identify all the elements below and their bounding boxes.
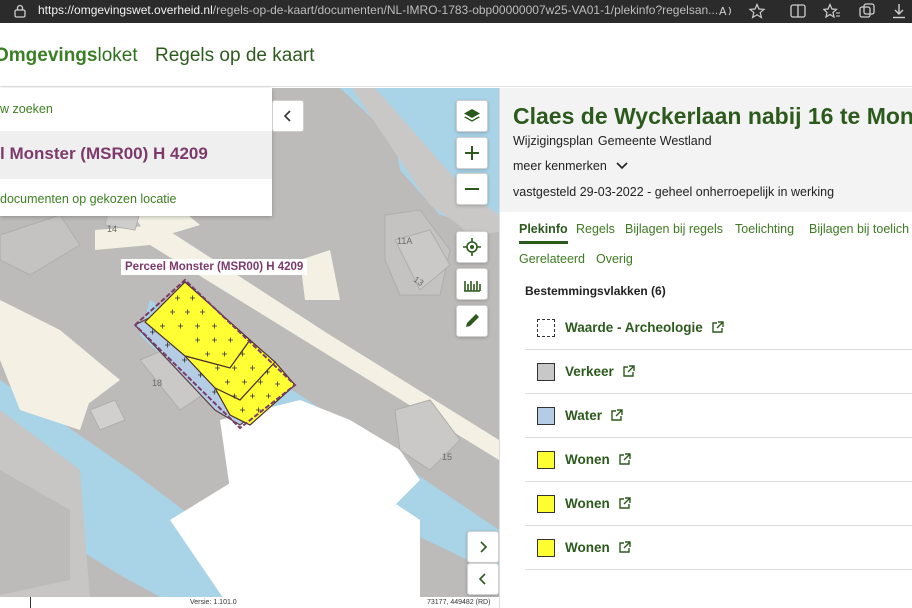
plus-icon: [465, 146, 479, 160]
legend-item-label[interactable]: Waarde - Archeologie: [565, 320, 703, 335]
pencil-icon: [466, 314, 479, 327]
legend-swatch: [537, 450, 555, 469]
search-panel: w zoeken l Monster (MSR00) H 4209 docume…: [0, 88, 272, 216]
layers-button[interactable]: [456, 100, 488, 132]
locate-button[interactable]: [456, 231, 488, 263]
zoom-in-button[interactable]: [456, 137, 488, 169]
external-link-icon[interactable]: [618, 497, 631, 510]
legend-list: Waarde - Archeologie Verkeer Water Wonen…: [525, 306, 912, 570]
house-number: 15: [442, 452, 452, 462]
legend-swatch: [537, 362, 555, 381]
tab-bijlagen-bij-toelichting[interactable]: Bijlagen bij toelich: [809, 222, 909, 236]
external-link-icon[interactable]: [610, 409, 623, 422]
chevron-left-icon: [283, 110, 291, 122]
house-number: 18: [152, 378, 162, 388]
house-number: 14: [107, 224, 117, 234]
app-header: Omgevingsloket Regels op de kaart: [0, 23, 912, 87]
legend-item-label[interactable]: Water: [565, 408, 602, 423]
map-footer: Versie: 1.101.0 73177, 449482 (RD): [0, 597, 499, 608]
minus-icon: [465, 188, 479, 190]
url-host: https://omgevingswet.overheid.nl: [38, 3, 213, 17]
browser-toolbar: https://omgevingswet.overheid.nl/regels-…: [0, 0, 912, 23]
document-status: vastgesteld 29-03-2022 - geheel onherroe…: [513, 185, 835, 199]
tab-bijlagen-bij-regels[interactable]: Bijlagen bij regels: [625, 222, 723, 236]
more-features-toggle[interactable]: meer kenmerken: [513, 159, 629, 173]
lock-icon: [14, 4, 26, 18]
legend-item-label[interactable]: Verkeer: [565, 364, 614, 379]
chevron-left-icon: [478, 573, 486, 585]
external-link-icon[interactable]: [622, 365, 635, 378]
omgevingsloket-logo[interactable]: Omgevingsloket: [0, 45, 138, 67]
legend-item-wonen[interactable]: Wonen: [525, 438, 912, 482]
legend-swatch: [537, 406, 555, 425]
read-aloud-icon[interactable]: A: [718, 3, 736, 19]
chevron-right-icon: [480, 541, 488, 553]
more-features-label: meer kenmerken: [513, 159, 607, 173]
section-title[interactable]: Regels op de kaart: [155, 45, 315, 67]
expand-button[interactable]: [467, 531, 499, 563]
brand-part2: loket: [97, 45, 138, 66]
brand-part1: Omgevings: [0, 45, 98, 66]
new-search-link[interactable]: w zoeken: [0, 88, 272, 131]
zoom-out-button[interactable]: [456, 173, 488, 205]
favorite-star-icon[interactable]: [748, 3, 766, 19]
crosshair-icon: [463, 238, 481, 256]
coordinates-readout: 73177, 449482 (RD): [427, 599, 491, 606]
house-number: 11A: [397, 236, 412, 246]
external-link-icon[interactable]: [618, 453, 631, 466]
measure-button[interactable]: [456, 268, 488, 300]
downloads-icon[interactable]: [890, 3, 908, 19]
scale-bar: [30, 597, 31, 608]
document-panel: Claes de Wyckerlaan nabij 16 te Mon Wijz…: [499, 88, 912, 608]
split-screen-icon[interactable]: [789, 3, 807, 19]
legend-item-wonen[interactable]: Wonen: [525, 526, 912, 570]
legend-item-verkeer[interactable]: Verkeer: [525, 350, 912, 394]
collections-icon[interactable]: [858, 3, 876, 19]
collapse-button[interactable]: [467, 563, 499, 595]
legend-item-water[interactable]: Water: [525, 394, 912, 438]
legend-item-label[interactable]: Wonen: [565, 452, 610, 467]
address-bar[interactable]: https://omgevingswet.overheid.nl/regels-…: [38, 3, 718, 17]
legend-item-label[interactable]: Wonen: [565, 540, 610, 555]
legend-swatch: [537, 318, 555, 337]
legend-swatch: [537, 494, 555, 513]
version-label: Versie: 1.101.0: [190, 599, 237, 606]
selected-location: l Monster (MSR00) H 4209: [0, 131, 272, 179]
tab-regels[interactable]: Regels: [576, 222, 615, 236]
external-link-icon[interactable]: [618, 541, 631, 554]
draw-button[interactable]: [456, 305, 488, 337]
favorites-icon[interactable]: [823, 3, 841, 19]
chevron-down-icon: [616, 162, 628, 170]
collapse-panel-button[interactable]: [272, 100, 304, 132]
ruler-icon: [464, 281, 481, 292]
parcel-label: Perceel Monster (MSR00) H 4209: [121, 259, 308, 275]
legend-item-label[interactable]: Wonen: [565, 496, 610, 511]
documents-at-location-link[interactable]: documenten op gekozen locatie: [0, 179, 272, 216]
tab-overig[interactable]: Overig: [596, 252, 633, 266]
legend-title: Bestemmingsvlakken (6): [525, 284, 666, 298]
tab-toelichting[interactable]: Toelichting: [735, 222, 794, 236]
layers-icon: [464, 109, 480, 122]
document-subtitle: Wijzigingsplan Gemeente Westland: [513, 134, 712, 148]
tab-plekinfo[interactable]: Plekinfo: [519, 222, 568, 244]
document-authority: Gemeente Westland: [597, 134, 712, 148]
document-title: Claes de Wyckerlaan nabij 16 te Mon: [513, 103, 912, 129]
svg-text:A: A: [719, 5, 727, 18]
document-type: Wijzigingsplan: [513, 134, 593, 148]
url-path: /regels-op-de-kaart/documenten/NL-IMRO-1…: [212, 3, 718, 17]
legend-swatch: [537, 538, 555, 557]
document-header: Claes de Wyckerlaan nabij 16 te Mon Wijz…: [500, 88, 912, 212]
legend-item-waarde-archeologie[interactable]: Waarde - Archeologie: [525, 306, 912, 350]
legend-item-wonen[interactable]: Wonen: [525, 482, 912, 526]
tab-gerelateerd[interactable]: Gerelateerd: [519, 252, 585, 266]
external-link-icon[interactable]: [711, 321, 724, 334]
